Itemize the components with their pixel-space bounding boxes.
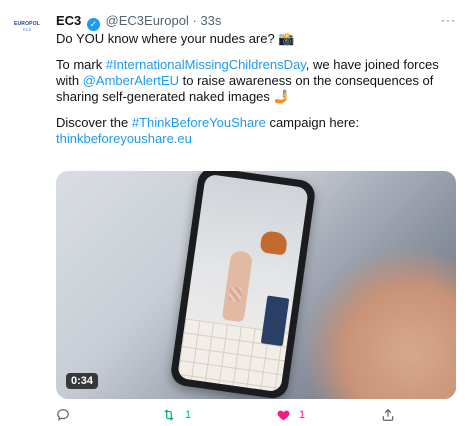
hashtag-link[interactable]: #ThinkBeforeYouShare xyxy=(132,115,266,130)
tweet-paragraph-2: To mark #InternationalMissingChildrensDa… xyxy=(56,57,456,105)
separator-dot: · xyxy=(192,13,197,28)
tweet-header: EC3 ✓ @EC3Europol · 33s xyxy=(56,13,456,31)
like-icon xyxy=(277,410,290,421)
toy-image xyxy=(259,230,289,256)
share-button[interactable] xyxy=(381,406,395,424)
retweet-button[interactable]: 1 xyxy=(161,406,191,424)
share-icon xyxy=(382,408,394,421)
pixelated-area xyxy=(228,286,243,302)
hand-image xyxy=(306,249,456,399)
author-handle[interactable]: @EC3Europol xyxy=(106,13,189,28)
text-fragment: Discover the xyxy=(56,115,132,130)
hashtag-link[interactable]: #InternationalMissingChildrensDay xyxy=(106,57,306,72)
avatar[interactable]: EUROPOL EC3 xyxy=(8,16,46,36)
campaign-url-link[interactable]: thinkbeforeyoushare.eu xyxy=(56,131,192,146)
mention-link[interactable]: @AmberAlertEU xyxy=(83,73,179,88)
retweet-icon xyxy=(164,409,174,421)
tweet-timestamp[interactable]: 33s xyxy=(200,13,221,28)
avatar-logo-subtext: EC3 xyxy=(23,26,31,32)
phone-image xyxy=(169,171,317,399)
text-fragment: To mark xyxy=(56,57,106,72)
like-count: 1 xyxy=(299,409,306,421)
retweet-count: 1 xyxy=(185,409,192,421)
tweet-paragraph-1: Do YOU know where your nudes are? 📸 xyxy=(56,31,456,47)
phone-screen-image xyxy=(177,173,309,393)
reply-icon xyxy=(57,409,69,421)
like-button[interactable]: 1 xyxy=(276,406,305,424)
more-icon[interactable]: ··· xyxy=(441,13,456,27)
video-duration-badge: 0:34 xyxy=(66,373,99,389)
video-media[interactable]: 0:34 xyxy=(56,171,456,399)
tweet-line-1: Do YOU know where your nudes are? 📸 xyxy=(56,31,295,46)
text-fragment: campaign here: xyxy=(265,115,360,130)
tweet-text: Do YOU know where your nudes are? 📸 To m… xyxy=(56,31,456,157)
tweet-paragraph-3: Discover the #ThinkBeforeYouShare campai… xyxy=(56,115,456,147)
author-name[interactable]: EC3 xyxy=(56,13,81,28)
reply-button[interactable] xyxy=(56,406,70,424)
verified-badge-icon: ✓ xyxy=(86,18,100,31)
child-figure-image xyxy=(221,250,254,323)
tweet-actions: 1 1 xyxy=(56,406,456,424)
